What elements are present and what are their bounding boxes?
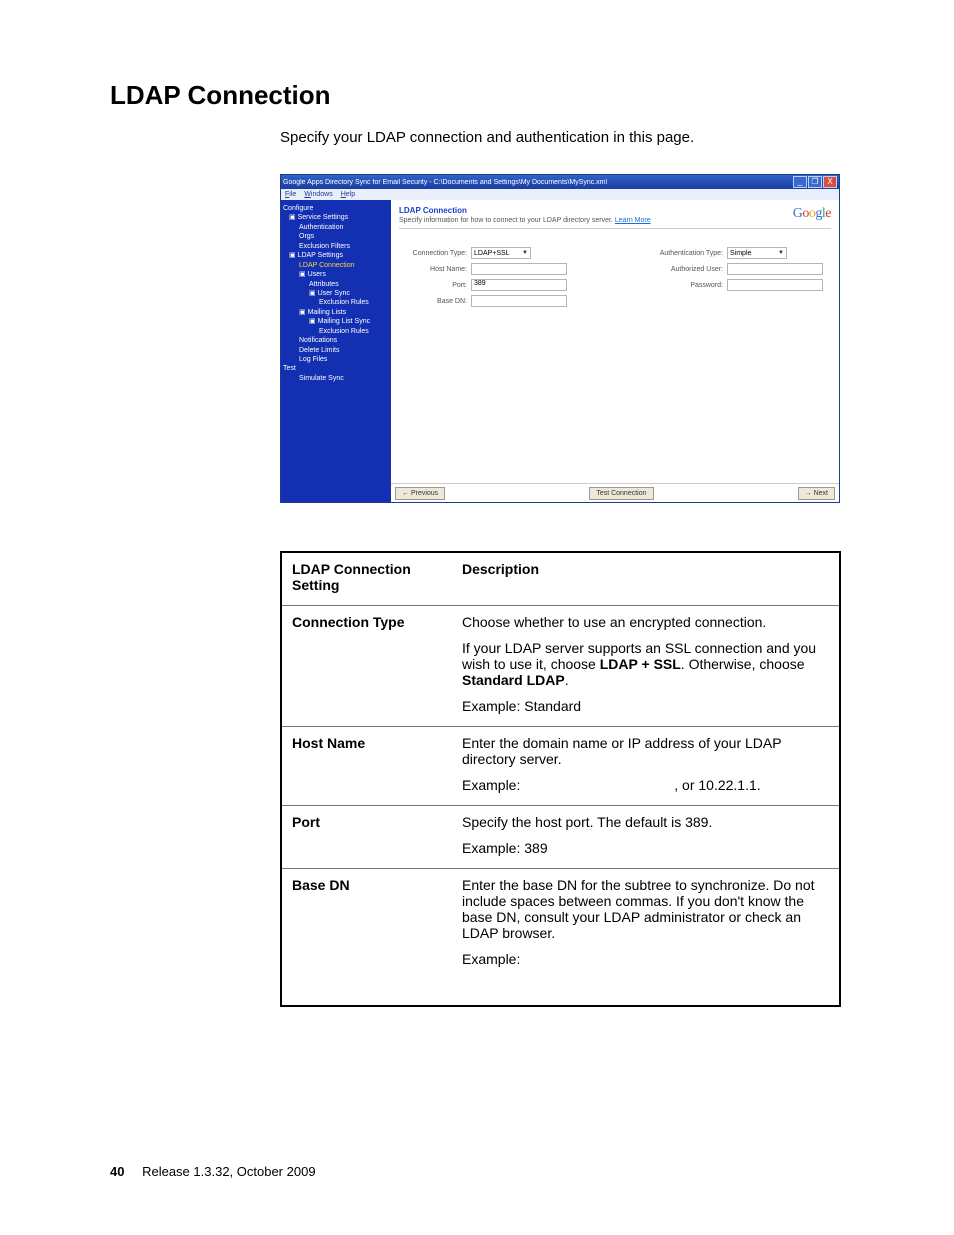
nav-ldap-connection[interactable]: LDAP Connection (283, 261, 389, 270)
chevron-down-icon: ▼ (778, 250, 784, 256)
menu-help[interactable]: Help (341, 191, 355, 198)
label-password: Password: (645, 282, 723, 289)
nav-notifications[interactable]: Notifications (283, 336, 389, 345)
nav-delete-limits[interactable]: Delete Limits (283, 346, 389, 355)
auth-user-input[interactable] (727, 263, 823, 275)
password-input[interactable] (727, 279, 823, 291)
content-subtitle: Specify information for how to connect t… (399, 217, 831, 229)
nav-attributes[interactable]: Attributes (283, 280, 389, 289)
menu-windows[interactable]: Windows (304, 191, 332, 198)
row-label-base-dn: Base DN (281, 869, 452, 1007)
nav-users[interactable]: ▣ Users (283, 270, 389, 279)
nav-test[interactable]: Test (283, 364, 389, 373)
nav-exclusion-rules-ml[interactable]: Exclusion Rules (283, 327, 389, 336)
row-desc-host-name: Enter the domain name or IP address of y… (452, 727, 840, 806)
minimize-button[interactable]: _ (793, 176, 807, 188)
table-header-setting-1: LDAP Connection (292, 561, 442, 577)
label-auth-user: Authorized User: (645, 266, 723, 273)
page-number: 40 (110, 1164, 124, 1179)
learn-more-link[interactable]: Learn More (615, 217, 651, 224)
table-row: Host Name Enter the domain name or IP ad… (281, 727, 840, 806)
next-button[interactable]: → Next (798, 487, 835, 500)
release-text: Release 1.3.32, October 2009 (142, 1164, 315, 1179)
page-title: LDAP Connection (110, 80, 844, 111)
window-controls: _ ❐ X (793, 176, 837, 188)
previous-button[interactable]: ← Previous (395, 487, 445, 500)
nav-configure[interactable]: Configure (283, 204, 389, 213)
content-title: LDAP Connection (399, 206, 831, 215)
nav-exclusion-filters[interactable]: Exclusion Filters (283, 242, 389, 251)
settings-table: LDAP Connection Setting Description Conn… (280, 551, 841, 1007)
nav-orgs[interactable]: Orgs (283, 232, 389, 241)
nav-authentication[interactable]: Authentication (283, 223, 389, 232)
nav-mailing-lists[interactable]: ▣ Mailing Lists (283, 308, 389, 317)
auth-type-select[interactable]: Simple▼ (727, 247, 787, 259)
table-header-setting-2: Setting (292, 577, 442, 593)
page-footer: 40 Release 1.3.32, October 2009 (110, 1164, 316, 1179)
port-input[interactable]: 389 (471, 279, 567, 291)
test-connection-button[interactable]: Test Connection (589, 487, 653, 500)
base-dn-input[interactable] (471, 295, 567, 307)
maximize-button[interactable]: ❐ (808, 176, 822, 188)
app-window: Google Apps Directory Sync for Email Sec… (280, 174, 840, 503)
host-name-input[interactable] (471, 263, 567, 275)
row-label-port: Port (281, 806, 452, 869)
row-desc-base-dn: Enter the base DN for the subtree to syn… (452, 869, 840, 1007)
nav-log-files[interactable]: Log Files (283, 355, 389, 364)
row-desc-connection-type: Choose whether to use an encrypted conne… (452, 606, 840, 727)
label-base-dn: Base DN: (399, 298, 467, 305)
connection-type-select[interactable]: LDAP+SSL▼ (471, 247, 531, 259)
window-title: Google Apps Directory Sync for Email Sec… (283, 179, 793, 186)
row-label-host-name: Host Name (281, 727, 452, 806)
close-button[interactable]: X (823, 176, 837, 188)
menubar: FFileile Windows Help (281, 189, 839, 200)
table-row: Connection Type Choose whether to use an… (281, 606, 840, 727)
intro-text: Specify your LDAP connection and authent… (280, 129, 844, 146)
table-row: Port Specify the host port. The default … (281, 806, 840, 869)
nav-simulate-sync[interactable]: Simulate Sync (283, 374, 389, 383)
content-pane: Google LDAP Connection Specify informati… (391, 200, 839, 502)
window-titlebar: Google Apps Directory Sync for Email Sec… (281, 175, 839, 189)
nav-ldap-settings[interactable]: ▣ LDAP Settings (283, 251, 389, 260)
nav-service-settings[interactable]: ▣ Service Settings (283, 213, 389, 222)
label-port: Port: (399, 282, 467, 289)
nav-exclusion-rules-users[interactable]: Exclusion Rules (283, 298, 389, 307)
table-row: Base DN Enter the base DN for the subtre… (281, 869, 840, 1007)
nav-tree: Configure ▣ Service Settings Authenticat… (281, 200, 391, 502)
label-host-name: Host Name: (399, 266, 467, 273)
table-header-description: Description (462, 561, 829, 577)
chevron-down-icon: ▼ (522, 250, 528, 256)
menu-file[interactable]: FFileile (285, 191, 296, 198)
label-auth-type: Authentication Type: (645, 250, 723, 257)
nav-user-sync[interactable]: ▣ User Sync (283, 289, 389, 298)
row-label-connection-type: Connection Type (281, 606, 452, 727)
row-desc-port: Specify the host port. The default is 38… (452, 806, 840, 869)
nav-mailing-list-sync[interactable]: ▣ Mailing List Sync (283, 317, 389, 326)
google-logo: Google (793, 206, 831, 222)
label-connection-type: Connection Type: (399, 250, 467, 257)
